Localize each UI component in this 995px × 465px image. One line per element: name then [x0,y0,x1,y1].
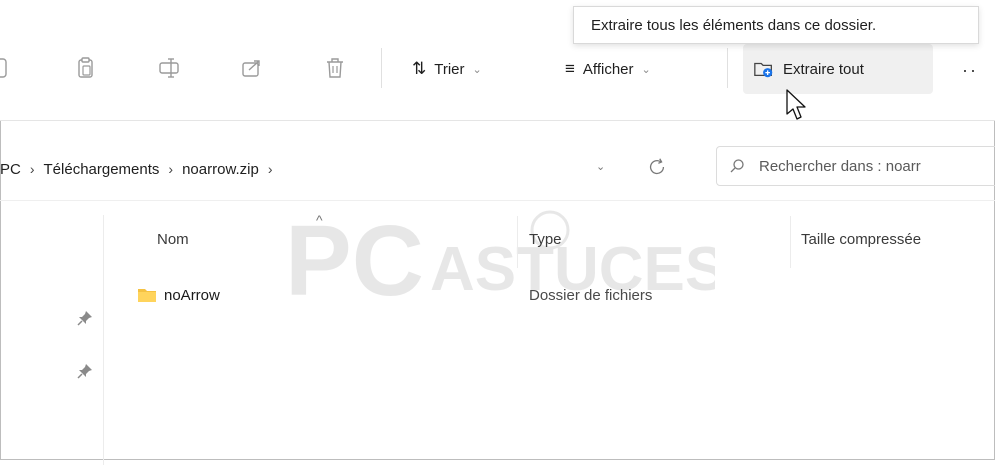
cut-icon[interactable] [0,56,10,80]
breadcrumb-item-pc[interactable]: PC [0,161,21,178]
rename-icon[interactable] [157,56,181,80]
copy-icon[interactable] [74,56,98,80]
chevron-down-icon: ⌄ [641,63,651,76]
pin-icon[interactable] [76,309,94,327]
search-box[interactable]: Rechercher dans : noarr [716,146,995,186]
breadcrumb-separator[interactable]: › [168,161,173,177]
column-header-name[interactable]: Nom [157,231,189,248]
folder-icon [137,286,157,304]
breadcrumb-separator[interactable]: › [30,161,35,177]
column-divider[interactable] [790,216,791,268]
extract-all-tooltip: Extraire tous les éléments dans ce dossi… [573,6,979,44]
view-icon: ≡ [565,59,575,78]
breadcrumb-separator[interactable]: › [268,161,273,177]
file-name: noArrow [164,286,220,304]
extract-all-label: Extraire tout [783,60,864,78]
view-button[interactable]: ≡ Afficher ⌄ [555,52,661,86]
column-divider[interactable] [517,216,518,268]
extract-all-button[interactable]: Extraire tout [743,44,933,94]
tooltip-text: Extraire tous les éléments dans ce dossi… [591,16,877,34]
sort-ascending-icon: ^ [316,212,323,228]
breadcrumb: PC › Téléchargements › noarrow.zip › [0,149,700,189]
search-icon [729,158,745,174]
column-header-type[interactable]: Type [529,231,562,248]
search-placeholder: Rechercher dans : noarr [759,157,921,175]
sort-icon: ⇅ [412,59,427,78]
file-type: Dossier de fichiers [529,286,653,304]
sort-label: Trier [434,60,465,78]
delete-icon[interactable] [323,56,347,80]
sort-button[interactable]: ⇅ Trier ⌄ [402,52,492,86]
pin-icon[interactable] [76,362,94,380]
share-icon[interactable] [240,56,264,80]
toolbar-separator [381,48,382,88]
mouse-cursor-icon [785,88,807,122]
refresh-icon[interactable] [646,156,668,178]
breadcrumb-item-zip[interactable]: noarrow.zip [182,161,259,178]
column-header-compressed-size[interactable]: Taille compressée [801,231,921,248]
toolbar-separator [727,48,728,88]
more-options-icon[interactable]: ·· [962,60,978,81]
address-history-chevron-icon[interactable]: ⌄ [596,160,605,173]
breadcrumb-item-downloads[interactable]: Téléchargements [44,161,160,178]
extract-folder-icon [753,58,775,80]
navigation-pane-divider [103,215,104,465]
view-label: Afficher [582,60,634,78]
file-list-item[interactable]: noArrow Dossier de fichiers [137,280,697,310]
chevron-down-icon: ⌄ [472,63,482,76]
